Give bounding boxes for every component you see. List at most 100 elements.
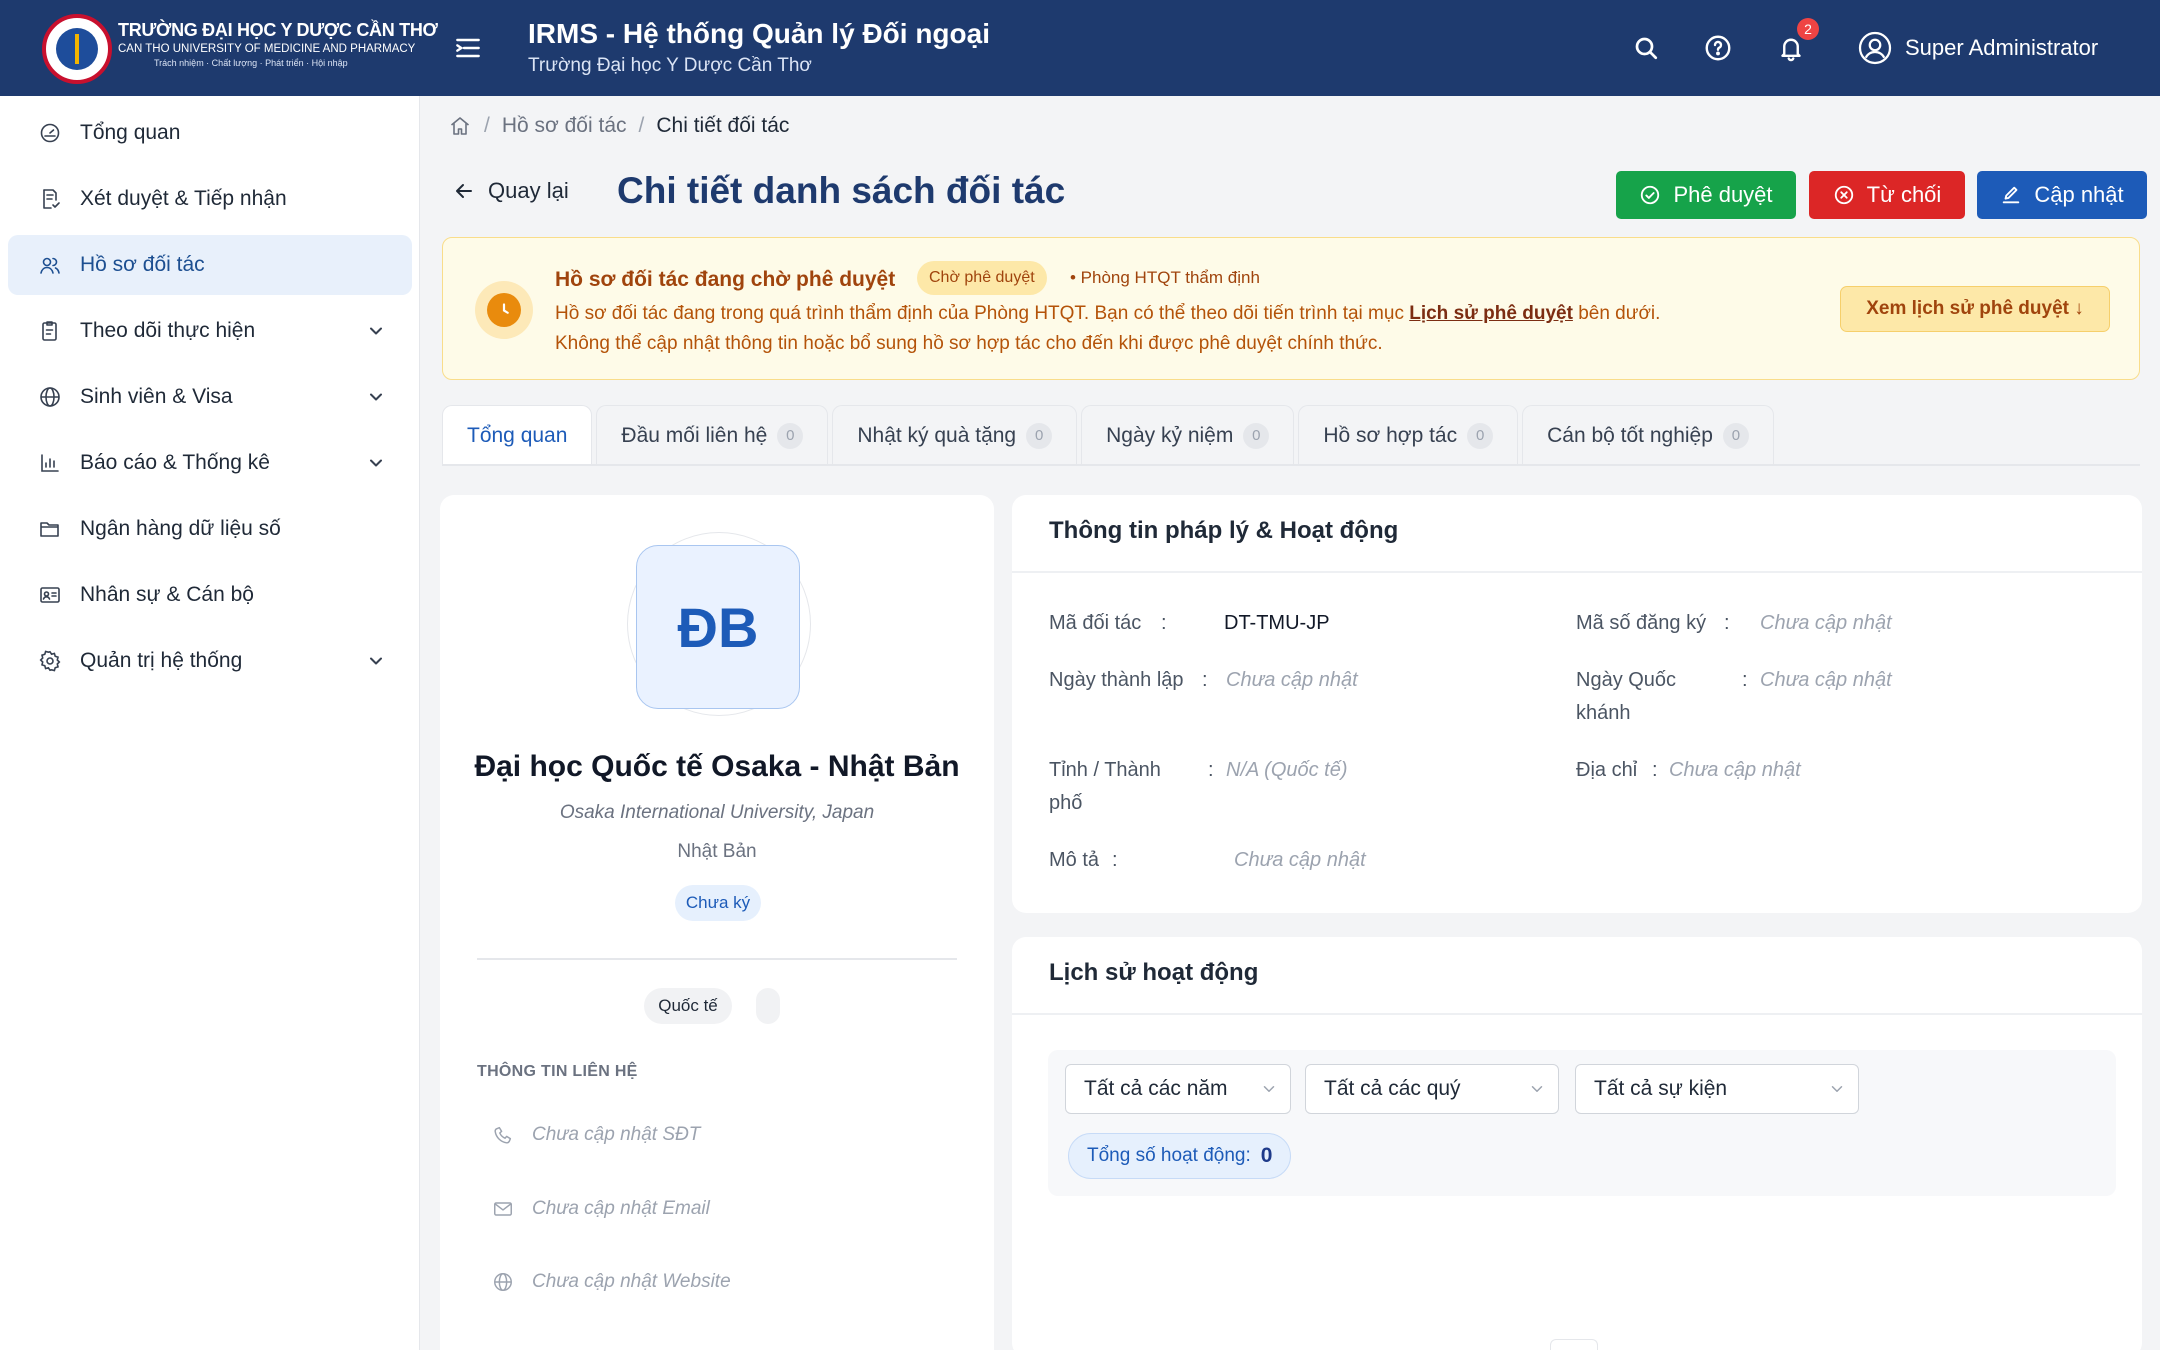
tab-count-badge: 0 <box>777 422 804 449</box>
app-subtitle: Trường Đại học Y Dược Cần Thơ <box>528 55 812 76</box>
breadcrumb-partners-link[interactable]: Hồ sơ đối tác <box>502 114 627 138</box>
menu-toggle-icon[interactable] <box>452 32 484 64</box>
tab-cooperation-records[interactable]: Hồ sơ hợp tác 0 <box>1298 405 1519 465</box>
help-icon[interactable] <box>1700 30 1736 66</box>
alert-message-text: Hồ sơ đối tác đang trong quá trình thẩm … <box>555 303 1404 324</box>
reject-button[interactable]: Từ chối <box>1809 171 1965 219</box>
user-name[interactable]: Super Administrator <box>1905 35 2098 61</box>
year-filter-select[interactable]: Tất cả các năm <box>1065 1064 1291 1114</box>
back-button[interactable]: Quay lại <box>452 178 569 204</box>
gear-icon <box>39 650 61 672</box>
registration-number-label: Mã số đăng ký <box>1576 612 1707 634</box>
province-label-line-1: Tỉnh / Thành <box>1049 759 1161 781</box>
chevron-down-icon[interactable] <box>366 387 386 407</box>
breadcrumb-current: Chi tiết đối tác <box>656 114 790 137</box>
tab-overview[interactable]: Tổng quan <box>442 405 593 465</box>
tab-label: Hồ sơ hợp tác <box>1323 423 1458 447</box>
chevron-down-icon[interactable] <box>366 651 386 671</box>
national-day-label-line-1: Ngày Quốc <box>1576 669 1677 691</box>
tab-count-badge: 0 <box>1467 422 1494 449</box>
tab-label: Đầu mối liên hệ <box>621 423 768 447</box>
sidebar-item-tracking[interactable]: Theo dõi thực hiện <box>8 301 412 361</box>
alert-message-line-1: Hồ sơ đối tác đang trong quá trình thẩm … <box>555 303 1660 325</box>
event-filter-value: Tất cả sự kiện <box>1594 1077 1728 1100</box>
approval-history-link[interactable]: Lịch sử phê duyệt <box>1409 303 1573 324</box>
partner-code-value: DT-TMU-JP <box>1224 612 1330 634</box>
tab-contacts[interactable]: Đầu mối liên hệ 0 <box>596 405 829 465</box>
university-motto: Trách nhiệm · Chất lượng · Phát triển · … <box>154 58 348 68</box>
contact-email-value: Chưa cập nhật Email <box>532 1198 710 1219</box>
university-logo[interactable] <box>42 14 112 84</box>
quarter-filter-select[interactable]: Tất cả các quý <box>1305 1064 1559 1114</box>
reject-label: Từ chối <box>1866 182 1942 207</box>
empty-state-box <box>1550 1339 1598 1350</box>
sidebar-item-label: Tổng quan <box>80 121 181 144</box>
founded-date-label: Ngày thành lập <box>1049 669 1184 691</box>
sidebar-item-review[interactable]: Xét duyệt & Tiếp nhận <box>8 169 412 229</box>
tab-alumni-staff[interactable]: Cán bộ tốt nghiệp 0 <box>1522 405 1774 465</box>
top-header: TRƯỜNG ĐẠI HỌC Y DƯỢC CẦN THƠ CAN THO UN… <box>0 0 2160 96</box>
alert-title: Hồ sơ đối tác đang chờ phê duyệt <box>555 268 896 291</box>
tab-label: Cán bộ tốt nghiệp <box>1547 423 1713 447</box>
tab-count-badge: 0 <box>1026 422 1053 449</box>
sidebar-item-reports[interactable]: Báo cáo & Thống kê <box>8 433 412 493</box>
field-colon: : <box>1742 669 1748 691</box>
sidebar-item-overview[interactable]: Tổng quan <box>8 103 412 163</box>
back-label: Quay lại <box>488 178 569 203</box>
breadcrumb-separator: / <box>638 114 645 137</box>
tab-gifts[interactable]: Nhật ký quà tặng 0 <box>832 405 1078 465</box>
view-approval-history-button[interactable]: Xem lịch sử phê duyệt ↓ <box>1840 286 2110 332</box>
document-check-icon <box>43 189 60 209</box>
search-icon[interactable] <box>1628 30 1664 66</box>
description-label: Mô tả <box>1049 849 1100 871</box>
divider <box>1012 571 2142 573</box>
update-button[interactable]: Cập nhật <box>1977 171 2147 219</box>
app-title: IRMS - Hệ thống Quản lý Đối ngoại <box>528 18 990 49</box>
sidebar-item-data-bank[interactable]: Ngân hàng dữ liệu số <box>8 499 412 559</box>
history-card-title: Lịch sử hoạt động <box>1049 959 1259 986</box>
alert-message-line-2: Không thể cập nhật thông tin hoặc bổ sun… <box>555 333 1383 354</box>
tab-anniversaries[interactable]: Ngày kỷ niệm 0 <box>1081 405 1295 465</box>
id-card-icon <box>40 587 60 603</box>
alert-message-text: bên dưới. <box>1578 303 1661 324</box>
university-name-en: CAN THO UNIVERSITY OF MEDICINE AND PHARM… <box>118 43 416 55</box>
mail-icon <box>494 1202 512 1216</box>
globe-icon <box>40 387 60 407</box>
sidebar-item-students-visa[interactable]: Sinh viên & Visa <box>8 367 412 427</box>
sidebar: Tổng quan Xét duyệt & Tiếp nhận Hồ sơ đố… <box>0 96 420 1350</box>
update-label: Cập nhật <box>2034 182 2124 207</box>
approve-button[interactable]: Phê duyệt <box>1616 171 1796 219</box>
tab-label: Tổng quan <box>467 423 568 447</box>
partner-profile-card: ĐB Đại học Quốc tế Osaka - Nhật Bản Osak… <box>440 495 994 1350</box>
arrow-left-icon <box>456 184 472 198</box>
national-day-label-line-2: khánh <box>1576 702 1631 724</box>
user-avatar-icon[interactable] <box>1857 30 1893 66</box>
contact-phone: Chưa cập nhật SĐT <box>492 1124 700 1146</box>
partner-type-chip: Quốc tế <box>644 988 732 1024</box>
description-value: Chưa cập nhật <box>1234 849 1366 871</box>
quarter-filter-value: Tất cả các quý <box>1324 1077 1461 1100</box>
chevron-down-icon[interactable] <box>366 453 386 473</box>
approve-label: Phê duyệt <box>1673 182 1773 207</box>
event-filter-select[interactable]: Tất cả sự kiện <box>1575 1064 1859 1114</box>
total-activities-label: Tổng số hoạt động: <box>1087 1145 1251 1166</box>
sidebar-item-admin[interactable]: Quản trị hệ thống <box>8 631 412 691</box>
chevron-down-icon[interactable] <box>366 321 386 341</box>
notification-badge: 2 <box>1797 18 1819 40</box>
pending-approval-alert: Hồ sơ đối tác đang chờ phê duyệt Chờ phê… <box>442 237 2140 380</box>
breadcrumb: / Hồ sơ đối tác / Chi tiết đối tác <box>448 114 789 138</box>
university-branding: TRƯỜNG ĐẠI HỌC Y DƯỢC CẦN THƠ CAN THO UN… <box>118 20 438 68</box>
sidebar-item-staff[interactable]: Nhân sự & Cán bộ <box>8 565 412 625</box>
contact-website: Chưa cập nhật Website <box>492 1271 731 1293</box>
sidebar-item-label: Nhân sự & Cán bộ <box>80 583 254 606</box>
home-icon[interactable] <box>448 114 472 138</box>
bar-chart-icon <box>41 454 59 472</box>
breadcrumb-separator: / <box>484 114 490 137</box>
total-activities-value: 0 <box>1260 1144 1273 1167</box>
sidebar-item-partners[interactable]: Hồ sơ đối tác <box>8 235 412 295</box>
university-name: TRƯỜNG ĐẠI HỌC Y DƯỢC CẦN THƠ <box>118 20 438 40</box>
tab-divider <box>442 464 2140 466</box>
sidebar-item-label: Ngân hàng dữ liệu số <box>80 517 281 540</box>
sidebar-item-label: Báo cáo & Thống kê <box>80 451 270 474</box>
chevron-down-icon <box>1831 1086 1843 1092</box>
